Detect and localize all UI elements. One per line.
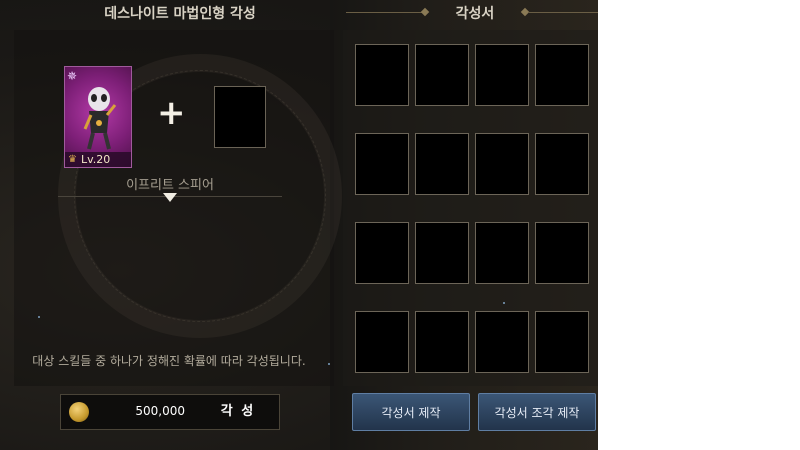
awakening-book-slot[interactable]: [415, 133, 469, 195]
awakening-title: 데스나이트 마법인형 각성: [104, 6, 256, 22]
awakening-target-slot[interactable]: [214, 86, 266, 148]
crown-icon: ♛: [68, 154, 77, 165]
awakening-panel: [14, 30, 342, 386]
awakening-hint: 대상 스킬들 중 하나가 정해진 확률에 따라 각성됩니다.: [32, 354, 306, 368]
awakening-book-slot[interactable]: [415, 311, 469, 373]
doll-figure-icon: [83, 87, 117, 150]
awaken-button[interactable]: 각 성: [195, 395, 281, 429]
rank-badge-icon: ✵: [67, 69, 78, 83]
title-divider-right: [528, 12, 598, 13]
awakening-book-slot[interactable]: [415, 222, 469, 284]
doll-level: Lv.20: [81, 153, 111, 166]
awakening-book-slot[interactable]: [535, 311, 589, 373]
awakening-book-slot[interactable]: [535, 133, 589, 195]
awakening-book-slot[interactable]: [355, 44, 409, 106]
awakening-book-slot[interactable]: [355, 133, 409, 195]
awakening-cost: 500,000: [135, 404, 185, 418]
cost-bar: 500,000 각 성: [60, 394, 280, 430]
awakening-book-slot[interactable]: [475, 311, 529, 373]
doll-level-bar: ♛ Lv.20: [65, 152, 131, 167]
game-screen: 데스나이트 마법인형 각성 각성서 ✵ ♛ Lv.20 + 이프리트 스피어 대…: [0, 0, 598, 450]
sparkle: [38, 316, 40, 318]
awakening-book-slot[interactable]: [355, 311, 409, 373]
plus-icon: +: [157, 93, 186, 133]
awakening-book-slot[interactable]: [475, 133, 529, 195]
awakening-book-slot[interactable]: [475, 222, 529, 284]
doll-name: 이프리트 스피어: [126, 178, 214, 193]
sparkle: [328, 363, 330, 365]
awakening-book-slot[interactable]: [535, 44, 589, 106]
awakening-book-slot[interactable]: [415, 44, 469, 106]
craft-fragment-button[interactable]: 각성서 조각 제작: [478, 393, 596, 431]
awakening-book-slot[interactable]: [355, 222, 409, 284]
awakening-book-slot[interactable]: [475, 44, 529, 106]
craft-book-button[interactable]: 각성서 제작: [352, 393, 470, 431]
arrow-down-icon[interactable]: [163, 193, 177, 202]
coin-icon: [69, 402, 89, 422]
magic-doll-card[interactable]: ✵ ♛ Lv.20: [64, 66, 132, 168]
sparkle: [503, 302, 505, 304]
awakening-book-slot[interactable]: [535, 222, 589, 284]
